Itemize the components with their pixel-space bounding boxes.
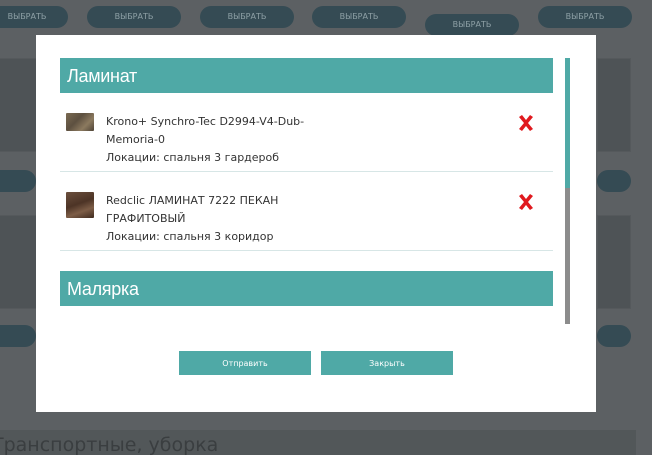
bg-select-button — [597, 170, 631, 192]
bg-select-button: ВЫБРАТЬ — [425, 14, 519, 36]
item-location: Локации: спальня 3 коридор — [106, 230, 274, 243]
bg-product-tile — [597, 58, 631, 152]
remove-icon[interactable] — [516, 113, 536, 133]
bg-product-tile — [0, 58, 37, 152]
bg-select-button — [597, 325, 631, 347]
item-location: Локации: спальня 3 гардероб — [106, 151, 280, 164]
product-thumbnail — [66, 192, 94, 218]
bg-select-button: ВЫБРАТЬ — [538, 6, 632, 28]
section-header-laminate: Ламинат — [60, 58, 553, 93]
list-item: Redclic ЛАМИНАТ 7222 ПЕКАН ГРАФИТОВЫЙ Ло… — [60, 172, 553, 251]
scrollbar[interactable] — [565, 58, 570, 324]
scrollbar-thumb[interactable] — [565, 58, 570, 188]
bg-select-button: ВЫБРАТЬ — [0, 6, 68, 28]
send-button[interactable]: Отправить — [179, 351, 311, 375]
bg-select-button: ВЫБРАТЬ — [200, 6, 294, 28]
item-name: Redclic ЛАМИНАТ 7222 ПЕКАН ГРАФИТОВЫЙ — [106, 194, 279, 225]
item-text: Redclic ЛАМИНАТ 7222 ПЕКАН ГРАФИТОВЫЙ Ло… — [106, 192, 336, 246]
close-button[interactable]: Закрыть — [321, 351, 453, 375]
product-thumbnail — [66, 113, 94, 131]
item-name: Krono+ Synchro-Tec D2994-V4-Dub-Memoria-… — [106, 115, 305, 146]
bg-select-button — [0, 170, 36, 192]
remove-icon[interactable] — [516, 192, 536, 212]
list-item: Krono+ Synchro-Tec D2994-V4-Dub-Memoria-… — [60, 93, 553, 172]
selection-modal: Ламинат Krono+ Synchro-Tec D2994-V4-Dub-… — [36, 35, 596, 412]
item-text: Krono+ Synchro-Tec D2994-V4-Dub-Memoria-… — [106, 113, 336, 167]
bg-select-button: ВЫБРАТЬ — [87, 6, 181, 28]
modal-scroll-area[interactable]: Ламинат Krono+ Synchro-Tec D2994-V4-Dub-… — [60, 58, 553, 338]
bg-product-tile — [0, 215, 37, 309]
bg-select-button: ВЫБРАТЬ — [312, 6, 406, 28]
bg-select-button — [0, 325, 36, 347]
bg-product-tile — [597, 215, 631, 309]
bg-section-title: Транспортные, уборка — [0, 430, 636, 455]
section-header-painting: Малярка — [60, 271, 553, 306]
